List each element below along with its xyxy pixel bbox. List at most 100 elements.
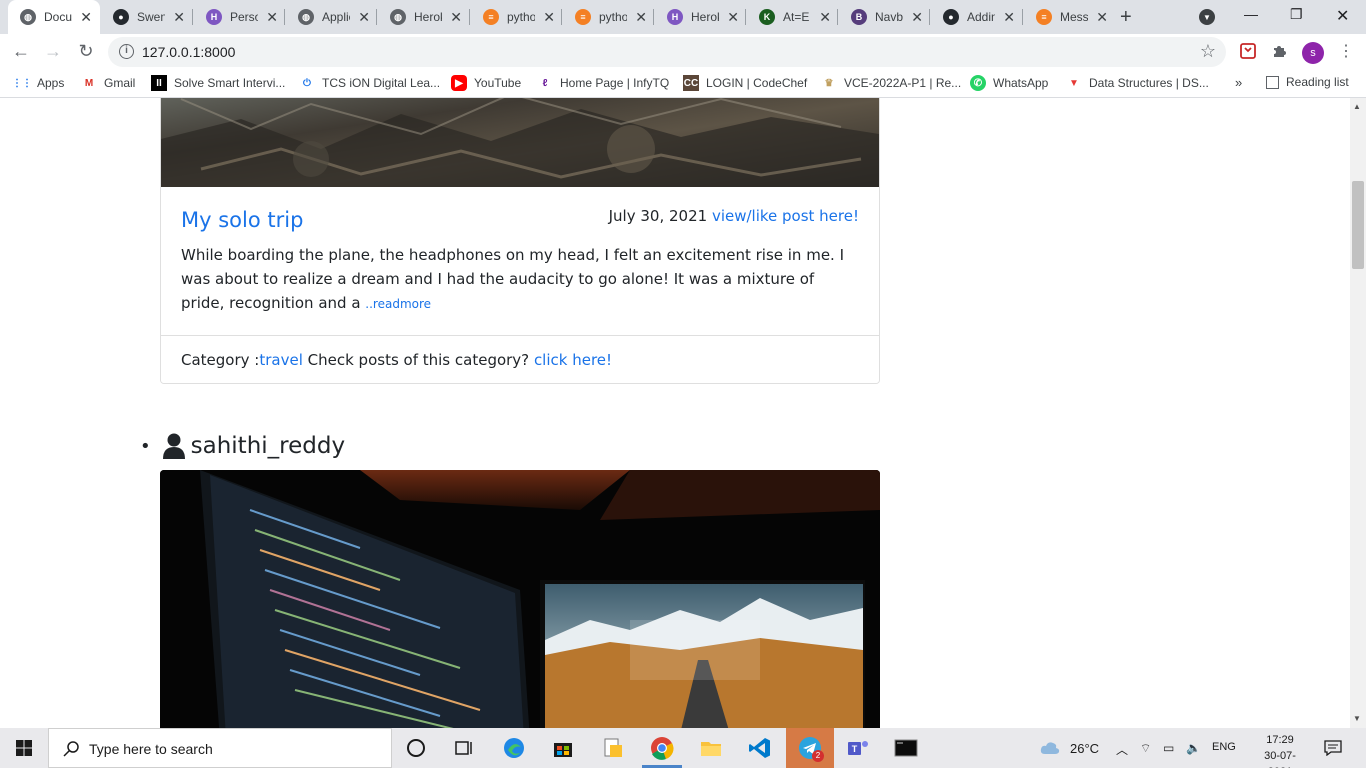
weather-temp[interactable]: 26°C xyxy=(1070,741,1099,756)
weather-cloud-icon[interactable] xyxy=(1040,741,1060,755)
stackoverflow-icon: ≡ xyxy=(483,9,499,25)
tab-search-icon[interactable]: ▼ xyxy=(1199,9,1215,25)
extension-shield-icon[interactable] xyxy=(1240,43,1256,59)
menu-kebab-icon[interactable]: ⋮ xyxy=(1338,41,1354,61)
taskbar-clock[interactable]: 17:29 30-07-2021 xyxy=(1252,732,1308,768)
reading-list-icon xyxy=(1266,75,1279,89)
reading-list-button[interactable]: Reading list xyxy=(1266,75,1349,89)
back-icon[interactable]: ← xyxy=(10,41,32,62)
tab-close-icon[interactable]: ✕ xyxy=(727,9,739,25)
telegram-taskbar-button[interactable]: 2 xyxy=(786,728,834,768)
files-app-icon[interactable] xyxy=(601,736,625,760)
tab-close-icon[interactable]: ✕ xyxy=(635,9,647,25)
tray-chevron-icon[interactable]: ︿ xyxy=(1116,741,1128,758)
bookmark-item[interactable]: CC LOGIN | CodeChef xyxy=(683,75,807,91)
url-text[interactable]: 127.0.0.1:8000 xyxy=(142,44,235,60)
list-bullet: • xyxy=(140,435,151,457)
reload-icon[interactable]: ↻ xyxy=(75,41,97,62)
tab-close-icon[interactable]: ✕ xyxy=(173,9,185,25)
post-card: My solo trip July 30, 2021 view/like pos… xyxy=(160,98,880,384)
profile-avatar[interactable]: s xyxy=(1302,42,1324,64)
tab-close-icon[interactable]: ✕ xyxy=(1096,9,1108,25)
post-date: July 30, 2021 xyxy=(608,207,708,225)
post-cover-image-2 xyxy=(160,470,880,728)
terminal-icon[interactable] xyxy=(894,736,918,760)
store-icon[interactable] xyxy=(551,736,575,760)
gmail-icon: M xyxy=(81,75,97,91)
address-bar[interactable]: i 127.0.0.1:8000 ☆ xyxy=(108,37,1226,67)
restore-icon[interactable]: ❐ xyxy=(1290,6,1303,23)
minimize-icon[interactable]: — xyxy=(1244,6,1258,22)
tab-close-icon[interactable]: ✕ xyxy=(911,9,923,25)
bookmark-star-icon[interactable]: ☆ xyxy=(1200,41,1216,62)
new-tab-button[interactable]: + xyxy=(1120,6,1132,29)
tab-6[interactable]: ≡ python ✕ xyxy=(563,0,655,34)
tab-11[interactable]: ≡ Messages ✕ xyxy=(1024,0,1116,34)
author-name[interactable]: sahithi_reddy xyxy=(191,433,345,459)
close-window-icon[interactable]: ✕ xyxy=(1336,6,1349,26)
youtube-icon: ▶ xyxy=(451,75,467,91)
teams-icon[interactable]: T xyxy=(846,736,870,760)
bookmark-item[interactable]: ♛ VCE-2022A-P1 | Re... xyxy=(821,75,961,91)
search-icon xyxy=(63,741,79,757)
hashnode-icon: H xyxy=(667,9,683,25)
windows-start-icon[interactable] xyxy=(16,740,32,756)
tab-close-icon[interactable]: ✕ xyxy=(1003,9,1015,25)
edge-icon[interactable] xyxy=(502,736,526,760)
file-explorer-icon[interactable] xyxy=(699,736,723,760)
tab-separator xyxy=(653,9,654,25)
notifications-icon[interactable] xyxy=(1324,740,1342,756)
tab-0[interactable]: ◍ Document ✕ xyxy=(8,0,100,34)
tab-2[interactable]: H Personal ✕ xyxy=(194,0,286,34)
tab-close-icon[interactable]: ✕ xyxy=(450,9,462,25)
tab-4[interactable]: ◍ Heroku ✕ xyxy=(378,0,470,34)
bookmarks-overflow-button[interactable]: » xyxy=(1235,75,1242,90)
bookmark-item[interactable]: ⏻ TCS iON Digital Lea... xyxy=(299,75,440,91)
readmore-link[interactable]: ..readmore xyxy=(365,297,431,311)
tab-label: Adding xyxy=(967,10,995,24)
bootstrap-icon: B xyxy=(851,9,867,25)
bookmark-item[interactable]: M Gmail xyxy=(81,75,135,91)
scrollbar-thumb[interactable] xyxy=(1352,181,1364,269)
user-icon xyxy=(162,433,185,459)
bookmark-item[interactable]: ⋮⋮ Apps xyxy=(12,75,64,91)
taskbar-search-box[interactable]: Type here to search xyxy=(48,728,392,768)
bookmark-item[interactable]: ℓ Home Page | InfyTQ xyxy=(537,75,669,91)
tab-3[interactable]: ◍ Applications ✕ xyxy=(286,0,378,34)
bookmark-item[interactable]: ▶ YouTube xyxy=(451,75,521,91)
tab-close-icon[interactable]: ✕ xyxy=(358,9,370,25)
post-title[interactable]: My solo trip xyxy=(181,208,303,232)
tab-close-icon[interactable]: ✕ xyxy=(266,9,278,25)
bookmark-item[interactable]: II Solve Smart Intervi... xyxy=(151,75,285,91)
tab-close-icon[interactable]: ✕ xyxy=(80,9,92,25)
chrome-icon[interactable] xyxy=(650,736,674,760)
task-view-icon[interactable] xyxy=(452,736,476,760)
site-info-icon[interactable]: i xyxy=(119,44,134,59)
bookmark-item[interactable]: ▼ Data Structures | DS... xyxy=(1066,75,1209,91)
tab-7[interactable]: H Heroku ✕ xyxy=(655,0,747,34)
scroll-up-icon[interactable]: ▲ xyxy=(1353,102,1361,111)
tab-5[interactable]: ≡ python ✕ xyxy=(471,0,563,34)
forward-icon[interactable]: → xyxy=(42,41,64,62)
click-here-link[interactable]: click here! xyxy=(534,351,612,369)
check-category-text: Check posts of this category? xyxy=(307,351,530,369)
bookmark-item[interactable]: ✆ WhatsApp xyxy=(970,75,1048,91)
category-link[interactable]: travel xyxy=(259,351,303,369)
vscode-icon[interactable] xyxy=(748,736,772,760)
wifi-icon[interactable]: ⌔ xyxy=(1140,741,1151,756)
tab-10[interactable]: ● Adding ✕ xyxy=(931,0,1023,34)
cortana-icon[interactable] xyxy=(404,736,428,760)
extensions-puzzle-icon[interactable] xyxy=(1272,43,1288,59)
tab-label: python xyxy=(599,10,627,24)
tab-separator xyxy=(376,9,377,25)
scroll-down-icon[interactable]: ▼ xyxy=(1353,714,1361,723)
view-post-link[interactable]: view/like post here! xyxy=(712,207,859,225)
volume-icon[interactable]: 🔈 xyxy=(1186,741,1201,755)
tab-close-icon[interactable]: ✕ xyxy=(543,9,555,25)
tab-9[interactable]: B Navbar ✕ xyxy=(839,0,931,34)
tab-close-icon[interactable]: ✕ xyxy=(819,9,831,25)
language-indicator[interactable]: ENG xyxy=(1212,741,1236,753)
tab-8[interactable]: K At=E ✕ xyxy=(747,0,839,34)
battery-icon[interactable]: ▭ xyxy=(1163,741,1174,755)
tab-1[interactable]: ● Swen ✕ xyxy=(101,0,193,34)
